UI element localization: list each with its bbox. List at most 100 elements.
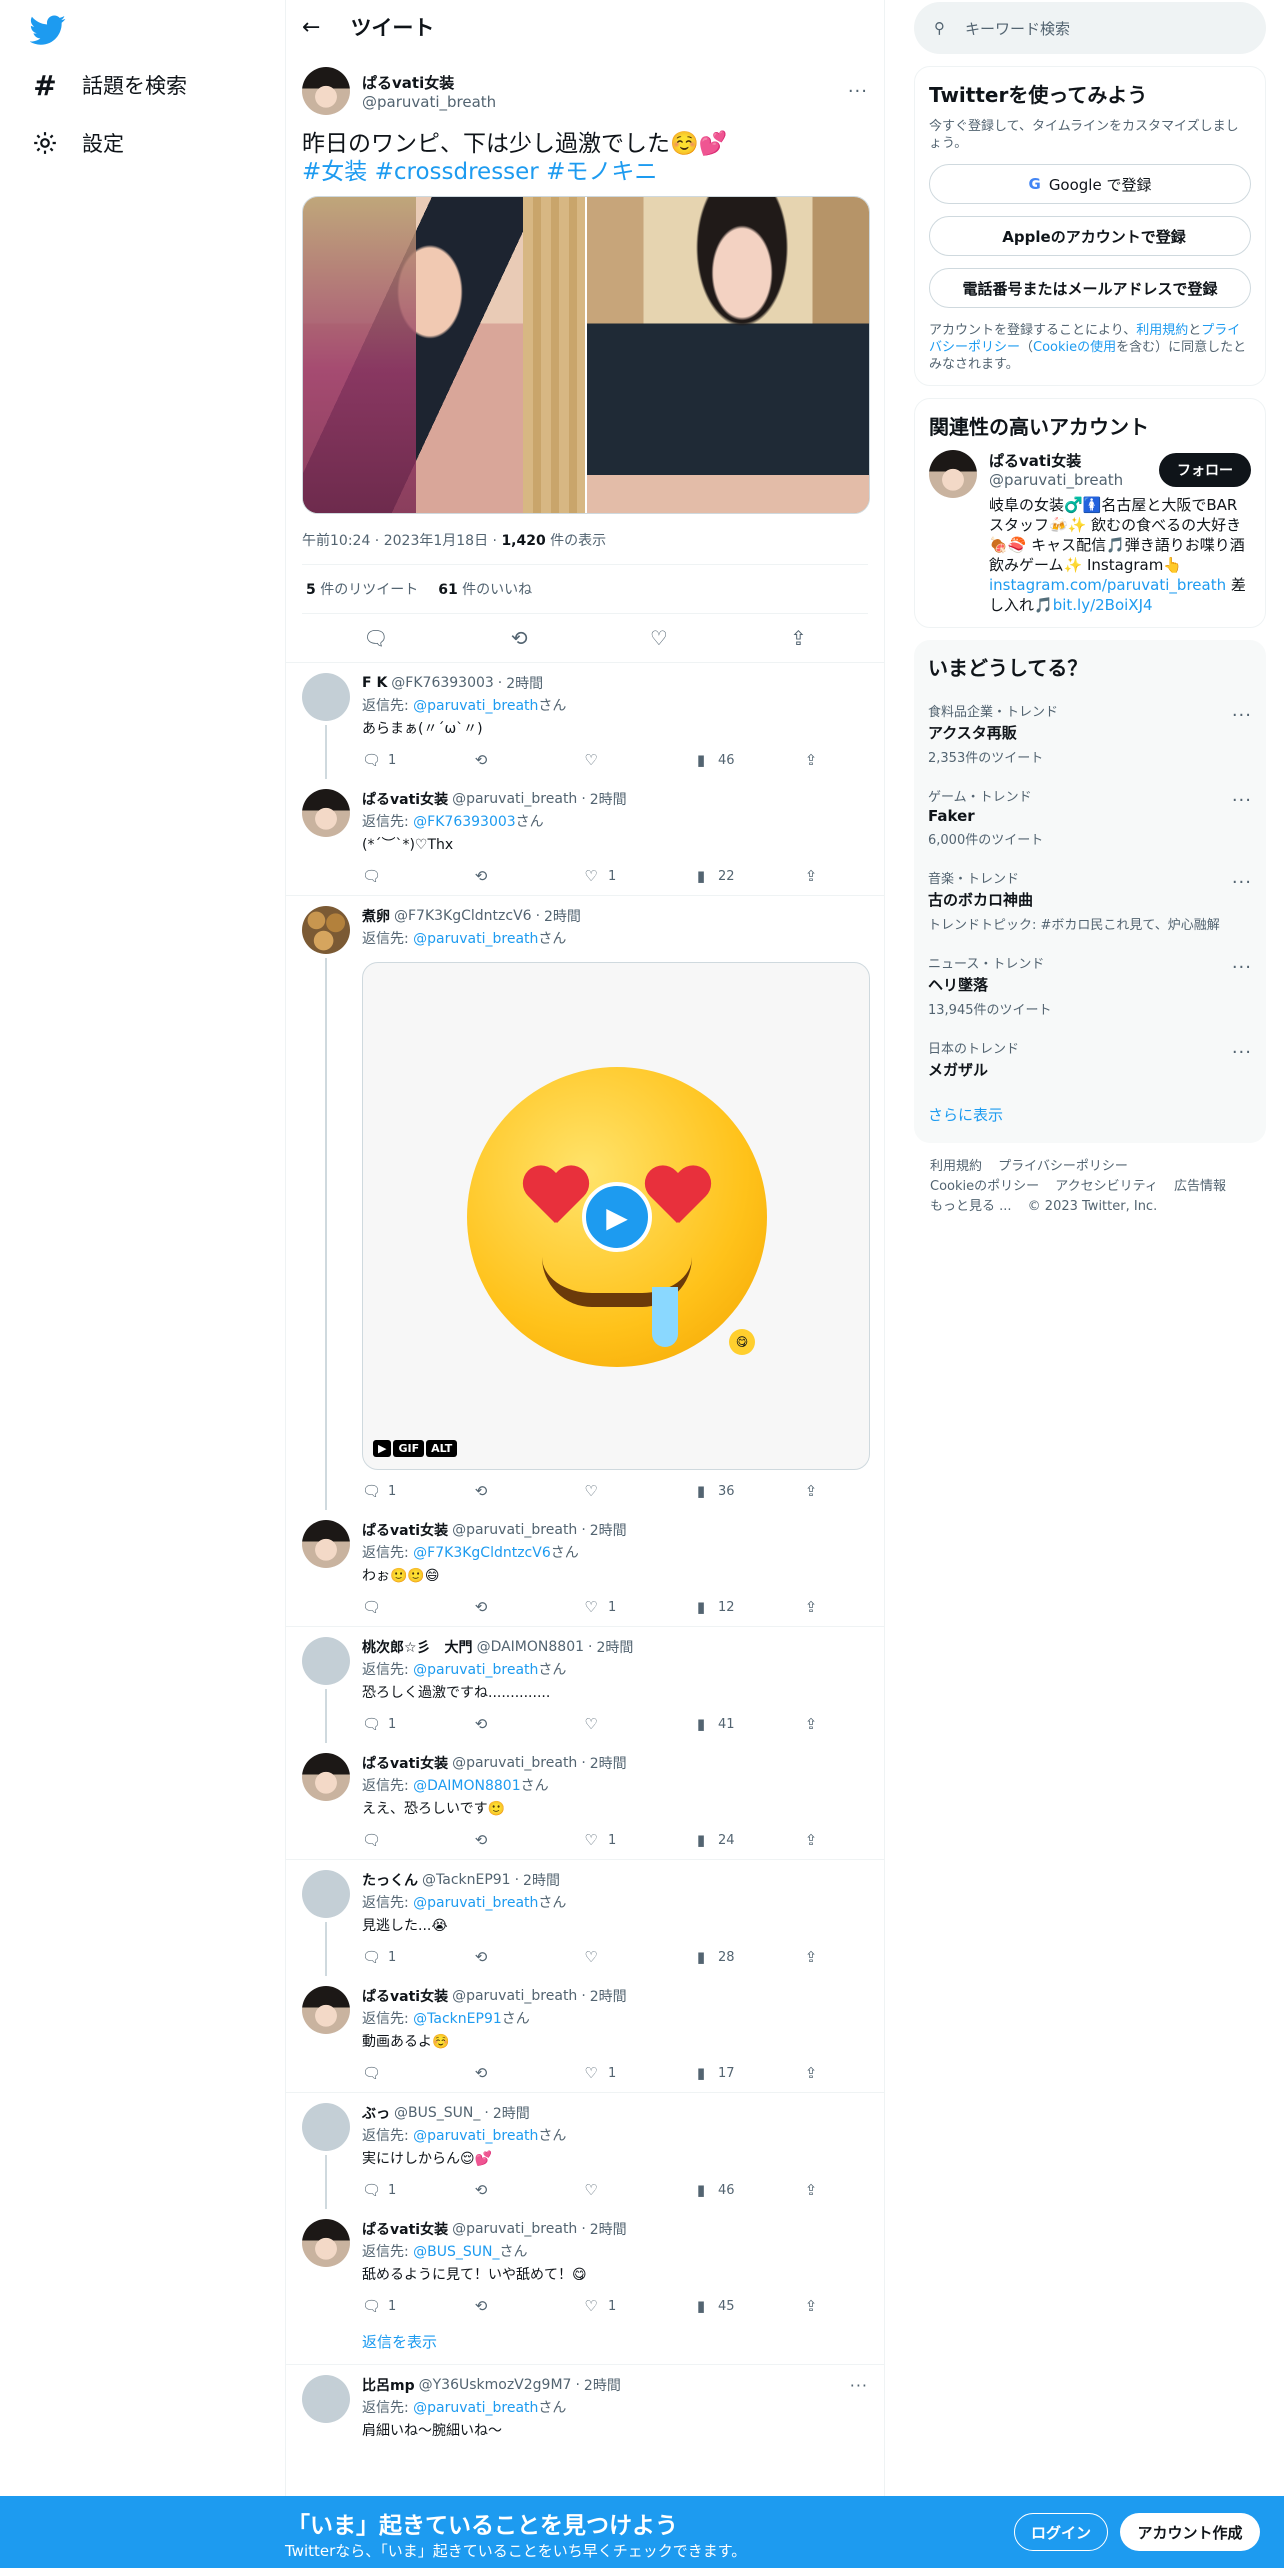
reply-author-name[interactable]: ぱるvati女装 [362,2219,448,2239]
reply-time[interactable]: 2時間 [523,1870,560,1890]
gif-media[interactable]: 😋 ▶ ▶ GIF ALT [362,962,870,1470]
reply-icon[interactable]: 🗨 [363,626,388,650]
related-handle[interactable]: @paruvati_breath [989,471,1123,489]
avatar[interactable] [302,67,350,115]
like-action[interactable]: ♡ [582,751,692,769]
share-action[interactable]: ⇪ [802,867,884,885]
like-action[interactable]: ♡ [582,1715,692,1733]
views-action[interactable]: ▮ 12 [692,1598,802,1616]
avatar[interactable] [302,1637,350,1685]
reply-action[interactable]: 🗨 [362,2064,472,2082]
reply-tweet[interactable]: ぱるvati女装 @paruvati_breath · 2時間 ··· 返信先:… [286,1510,884,1626]
reply-author-handle[interactable]: @F7K3KgCldntzcV6 [394,908,532,924]
author-handle[interactable]: @paruvati_breath [362,93,496,111]
retweet-action[interactable]: ⟲ [472,1831,582,1849]
reply-to-handle[interactable]: @paruvati_breath [413,931,538,947]
share-icon[interactable]: ⇪ [790,626,807,650]
reply-action[interactable]: 🗨 [362,1598,472,1616]
reply-action[interactable]: 🗨 1 [362,1948,472,1966]
reply-to-handle[interactable]: @paruvati_breath [413,2400,538,2416]
reply-author-name[interactable]: 煮卵 [362,906,390,926]
reply-author-handle[interactable]: @BUS_SUN_ [394,2105,480,2121]
reply-time[interactable]: 2時間 [493,2103,530,2123]
reply-time[interactable]: 2時間 [590,1520,627,1540]
signup-button[interactable]: アカウント作成 [1120,2513,1260,2551]
login-button[interactable]: ログイン [1014,2513,1108,2551]
like-action[interactable]: ♡ [582,2181,692,2199]
reply-time[interactable]: 2時間 [544,906,581,926]
avatar[interactable] [302,1986,350,2034]
more-options-icon[interactable]: ··· [1232,872,1252,893]
terms-link[interactable]: 利用規約 [1136,323,1188,338]
more-options-icon[interactable]: ··· [1232,1042,1252,1063]
tweet-media[interactable] [302,196,870,514]
tweet-photo-1[interactable] [303,197,586,513]
cookie-link[interactable]: Cookieの使用 [1033,340,1116,355]
reply-author-name[interactable]: 桃次郎☆彡 大門 [362,1637,473,1657]
reply-author-handle[interactable]: @paruvati_breath [452,2221,577,2237]
reply-author-handle[interactable]: @Y36UskmozV2g9M7 [419,2377,572,2393]
footer-ads[interactable]: 広告情報 [1174,1179,1226,1194]
show-replies-link[interactable]: 返信を表示 [286,2325,884,2364]
reply-to-handle[interactable]: @paruvati_breath [413,1662,538,1678]
views-action[interactable]: ▮ 36 [692,1482,802,1500]
reply-action[interactable]: 🗨 1 [362,1715,472,1733]
retweet-action[interactable]: ⟲ [472,867,582,885]
reply-tweet[interactable]: ぱるvati女装 @paruvati_breath · 2時間 ··· 返信先:… [286,779,884,895]
like-action[interactable]: ♡ 1 [582,2297,692,2315]
more-options-icon[interactable]: ··· [1232,790,1252,811]
share-action[interactable]: ⇪ [802,1482,884,1500]
share-action[interactable]: ⇪ [802,2297,884,2315]
reply-author-handle[interactable]: @paruvati_breath [452,791,577,807]
reply-author-name[interactable]: ぱるvati女装 [362,1520,448,1540]
retweet-icon[interactable]: ⟲ [511,626,528,650]
avatar[interactable] [302,1870,350,1918]
reply-action[interactable]: 🗨 1 [362,1482,472,1500]
more-options-icon[interactable]: ··· [1232,957,1252,978]
share-action[interactable]: ⇪ [802,751,884,769]
apple-signup-button[interactable]: Appleのアカウントで登録 [929,216,1251,256]
retweet-action[interactable]: ⟲ [472,1715,582,1733]
views-action[interactable]: ▮ 41 [692,1715,802,1733]
more-options-icon[interactable]: ··· [848,81,868,102]
reply-author-handle[interactable]: @paruvati_breath [452,1522,577,1538]
reply-tweet[interactable]: 煮卵 @F7K3KgCldntzcV6 · 2時間 ··· 返信先: @paru… [286,896,884,1510]
reply-tweet[interactable]: ぱるvati女装 @paruvati_breath · 2時間 ··· 返信先:… [286,2209,884,2325]
retweet-action[interactable]: ⟲ [472,2181,582,2199]
more-options-icon[interactable]: ··· [850,2376,868,2395]
views-action[interactable]: ▮ 22 [692,867,802,885]
footer-accessibility[interactable]: アクセシビリティ [1055,1179,1158,1194]
follow-button[interactable]: フォロー [1159,452,1251,487]
reply-tweet[interactable]: ぱるvati女装 @paruvati_breath · 2時間 ··· 返信先:… [286,1743,884,1859]
bio-instagram-link[interactable]: instagram.com/paruvati_breath [989,576,1226,594]
reply-tweet[interactable]: ぶっ @BUS_SUN_ · 2時間 ··· 返信先: @paruvati_br… [286,2093,884,2209]
views-action[interactable]: ▮ 17 [692,2064,802,2082]
retweet-action[interactable]: ⟲ [472,2064,582,2082]
views-action[interactable]: ▮ 45 [692,2297,802,2315]
phone-signup-button[interactable]: 電話番号またはメールアドレスで登録 [929,268,1251,308]
reply-author-name[interactable]: ぱるvati女装 [362,789,448,809]
reply-to-handle[interactable]: @paruvati_breath [413,1895,538,1911]
trends-show-more[interactable]: さらに表示 [928,1090,1252,1131]
reply-author-name[interactable]: ぶっ [362,2103,390,2123]
reply-action[interactable]: 🗨 [362,867,472,885]
avatar[interactable] [302,1520,350,1568]
reply-to-handle[interactable]: @BUS_SUN_ [413,2244,499,2260]
retweet-action[interactable]: ⟲ [472,1948,582,1966]
reply-to-handle[interactable]: @FK76393003 [413,814,516,830]
reply-to-handle[interactable]: @DAIMON8801 [413,1778,520,1794]
reply-author-name[interactable]: ぱるvati女装 [362,1753,448,1773]
like-action[interactable]: ♡ 1 [582,2064,692,2082]
avatar[interactable] [302,789,350,837]
tweet-time[interactable]: 午前10:24 [302,533,370,549]
retweet-action[interactable]: ⟲ [472,1598,582,1616]
share-action[interactable]: ⇪ [802,1948,884,1966]
reply-to-handle[interactable]: @F7K3KgCldntzcV6 [413,1545,551,1561]
like-action[interactable]: ♡ 1 [582,867,692,885]
like-action[interactable]: ♡ 1 [582,1598,692,1616]
views-action[interactable]: ▮ 46 [692,751,802,769]
reply-time[interactable]: 2時間 [506,673,543,693]
avatar[interactable] [302,1753,350,1801]
share-action[interactable]: ⇪ [802,1831,884,1849]
play-icon[interactable]: ▶ [582,1182,652,1252]
